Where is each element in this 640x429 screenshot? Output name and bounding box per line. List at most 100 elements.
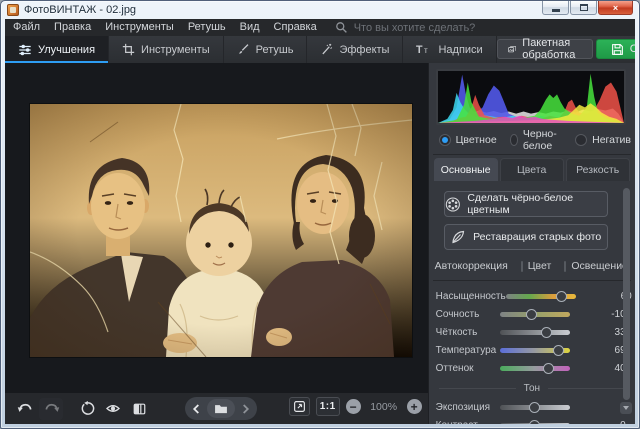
text-icon: T т — [416, 43, 432, 56]
temperature-slider: Температура 69 — [429, 341, 635, 359]
vibrance-slider: Сочность -10 — [429, 305, 635, 323]
tone-section-header: Тон — [439, 383, 625, 394]
titlebar[interactable]: ФотоВИНТАЖ - 02.jpg × — [1, 1, 639, 19]
mode-negative-label: Негатив — [592, 134, 631, 146]
ratio-label: 1:1 — [320, 401, 336, 412]
minimize-button[interactable] — [542, 1, 569, 15]
slider-thumb[interactable] — [526, 309, 537, 320]
slider-thumb[interactable] — [541, 327, 552, 338]
fit-to-screen-button[interactable] — [289, 397, 310, 416]
autocorrection-row: Автокоррекция Цвет Освещение — [435, 260, 635, 272]
before-after-button[interactable] — [127, 398, 151, 420]
contrast-slider: Контраст 0 — [429, 416, 635, 424]
tab-tools[interactable]: Инструменты — [109, 36, 224, 63]
undo-button[interactable] — [13, 398, 37, 420]
save-icon — [611, 43, 624, 56]
lighting-checkbox-label: Освещение — [571, 260, 628, 272]
crop-icon — [122, 43, 135, 56]
lighting-checkbox[interactable] — [564, 261, 566, 272]
next-photo-icon[interactable] — [241, 403, 250, 415]
slider-track[interactable] — [500, 366, 570, 371]
fit-screen-icon — [293, 400, 306, 413]
batch-processing-button[interactable]: Пакетная обработка — [497, 39, 593, 59]
panel-scrollbar[interactable] — [623, 188, 630, 400]
magic-wand-icon — [320, 43, 333, 56]
main-tabbar: Улучшения Инструменты Ретушь — [5, 36, 635, 63]
preview-button[interactable] — [101, 398, 125, 420]
menu-retouch[interactable]: Ретушь — [188, 19, 226, 36]
panel-tabs: Основные Цвета Резкость — [434, 158, 630, 181]
panel-tab-basic[interactable]: Основные — [434, 158, 498, 181]
photo — [30, 104, 412, 357]
photo-canvas-area[interactable] — [5, 63, 428, 393]
tab-improvements[interactable]: Улучшения — [5, 36, 109, 63]
prev-photo-icon[interactable] — [192, 403, 201, 415]
slider-thumb[interactable] — [543, 363, 554, 374]
mode-color-label: Цветное — [456, 134, 497, 146]
close-button[interactable]: × — [598, 1, 633, 15]
tab-effects[interactable]: Эффекты — [307, 36, 403, 63]
search-icon — [335, 21, 348, 34]
autocorrection-label: Автокоррекция — [435, 260, 508, 272]
tab-captions[interactable]: T т Надписи — [403, 36, 496, 63]
maximize-button[interactable] — [570, 1, 597, 15]
photo-navigator — [185, 397, 257, 420]
panel-tab-colors[interactable]: Цвета — [500, 158, 564, 181]
scroll-down-button[interactable] — [620, 402, 632, 414]
panel-tab-sharpness[interactable]: Резкость — [566, 158, 630, 181]
tab-effects-label: Эффекты — [339, 44, 389, 56]
slider-thumb[interactable] — [556, 291, 567, 302]
histogram — [436, 69, 626, 125]
search-field[interactable]: Что вы хотите сделать? — [335, 21, 476, 34]
colorize-button[interactable]: Сделать чёрно-белое цветным — [444, 191, 608, 217]
right-panel: Цветное Черно-белое Негатив Основные Цве… — [428, 63, 635, 424]
batch-label: Пакетная обработка — [522, 37, 581, 61]
slider-value: 40 — [574, 363, 626, 374]
save-button[interactable]: Сохранить — [596, 39, 635, 59]
zoom-in-button[interactable]: + — [407, 399, 422, 414]
menu-file[interactable]: Файл — [13, 19, 40, 36]
panel-content: Сделать чёрно-белое цветным Реставрация … — [429, 181, 635, 424]
tab-retouch-label: Ретушь — [256, 44, 294, 56]
menu-tools[interactable]: Инструменты — [105, 19, 174, 36]
bottom-toolbar: 1:1 − 100% + — [5, 393, 428, 424]
slider-label: Контраст — [436, 420, 500, 425]
undo-icon — [17, 402, 34, 416]
slider-thumb[interactable] — [529, 402, 540, 413]
color-mode-row: Цветное Черно-белое Негатив — [439, 131, 631, 149]
chevron-down-icon — [623, 406, 629, 410]
app-window: ФотоВИНТАЖ - 02.jpg × Файл Правка Инстру… — [0, 0, 640, 429]
color-wheel-icon — [445, 196, 461, 213]
restoration-button[interactable]: Реставрация старых фото — [444, 224, 608, 250]
redo-button[interactable] — [39, 398, 63, 420]
color-checkbox-label: Цвет — [528, 260, 552, 272]
rotate-button[interactable] — [75, 398, 99, 420]
slider-label: Оттенок — [436, 363, 500, 374]
window-title: ФотоВИНТАЖ - 02.jpg — [24, 4, 136, 16]
slider-track[interactable] — [500, 330, 570, 335]
brush-icon — [237, 43, 250, 56]
mode-color[interactable]: Цветное — [439, 134, 497, 146]
svg-text:т: т — [424, 46, 428, 55]
menu-view[interactable]: Вид — [240, 19, 260, 36]
mode-negative[interactable]: Негатив — [575, 134, 631, 146]
actual-size-button[interactable]: 1:1 — [316, 397, 340, 416]
redo-icon — [43, 402, 60, 416]
menu-help[interactable]: Справка — [274, 19, 317, 36]
zoom-out-button[interactable]: − — [346, 399, 361, 414]
mode-bw[interactable]: Черно-белое — [510, 128, 562, 152]
tab-retouch[interactable]: Ретушь — [224, 36, 308, 63]
slider-thumb[interactable] — [553, 345, 564, 356]
slider-label: Температура — [436, 345, 500, 356]
color-checkbox[interactable] — [521, 261, 523, 272]
feather-icon — [450, 229, 466, 245]
tone-label: Тон — [524, 383, 540, 394]
slider-thumb[interactable] — [529, 420, 540, 425]
exposure-slider: Экспозиция 0 — [429, 398, 635, 416]
menu-edit[interactable]: Правка — [54, 19, 91, 36]
rotate-icon — [80, 401, 95, 416]
app-icon — [7, 4, 19, 16]
radio-icon — [439, 134, 451, 146]
open-folder-button[interactable] — [207, 399, 235, 418]
restoration-label: Реставрация старых фото — [473, 231, 601, 243]
